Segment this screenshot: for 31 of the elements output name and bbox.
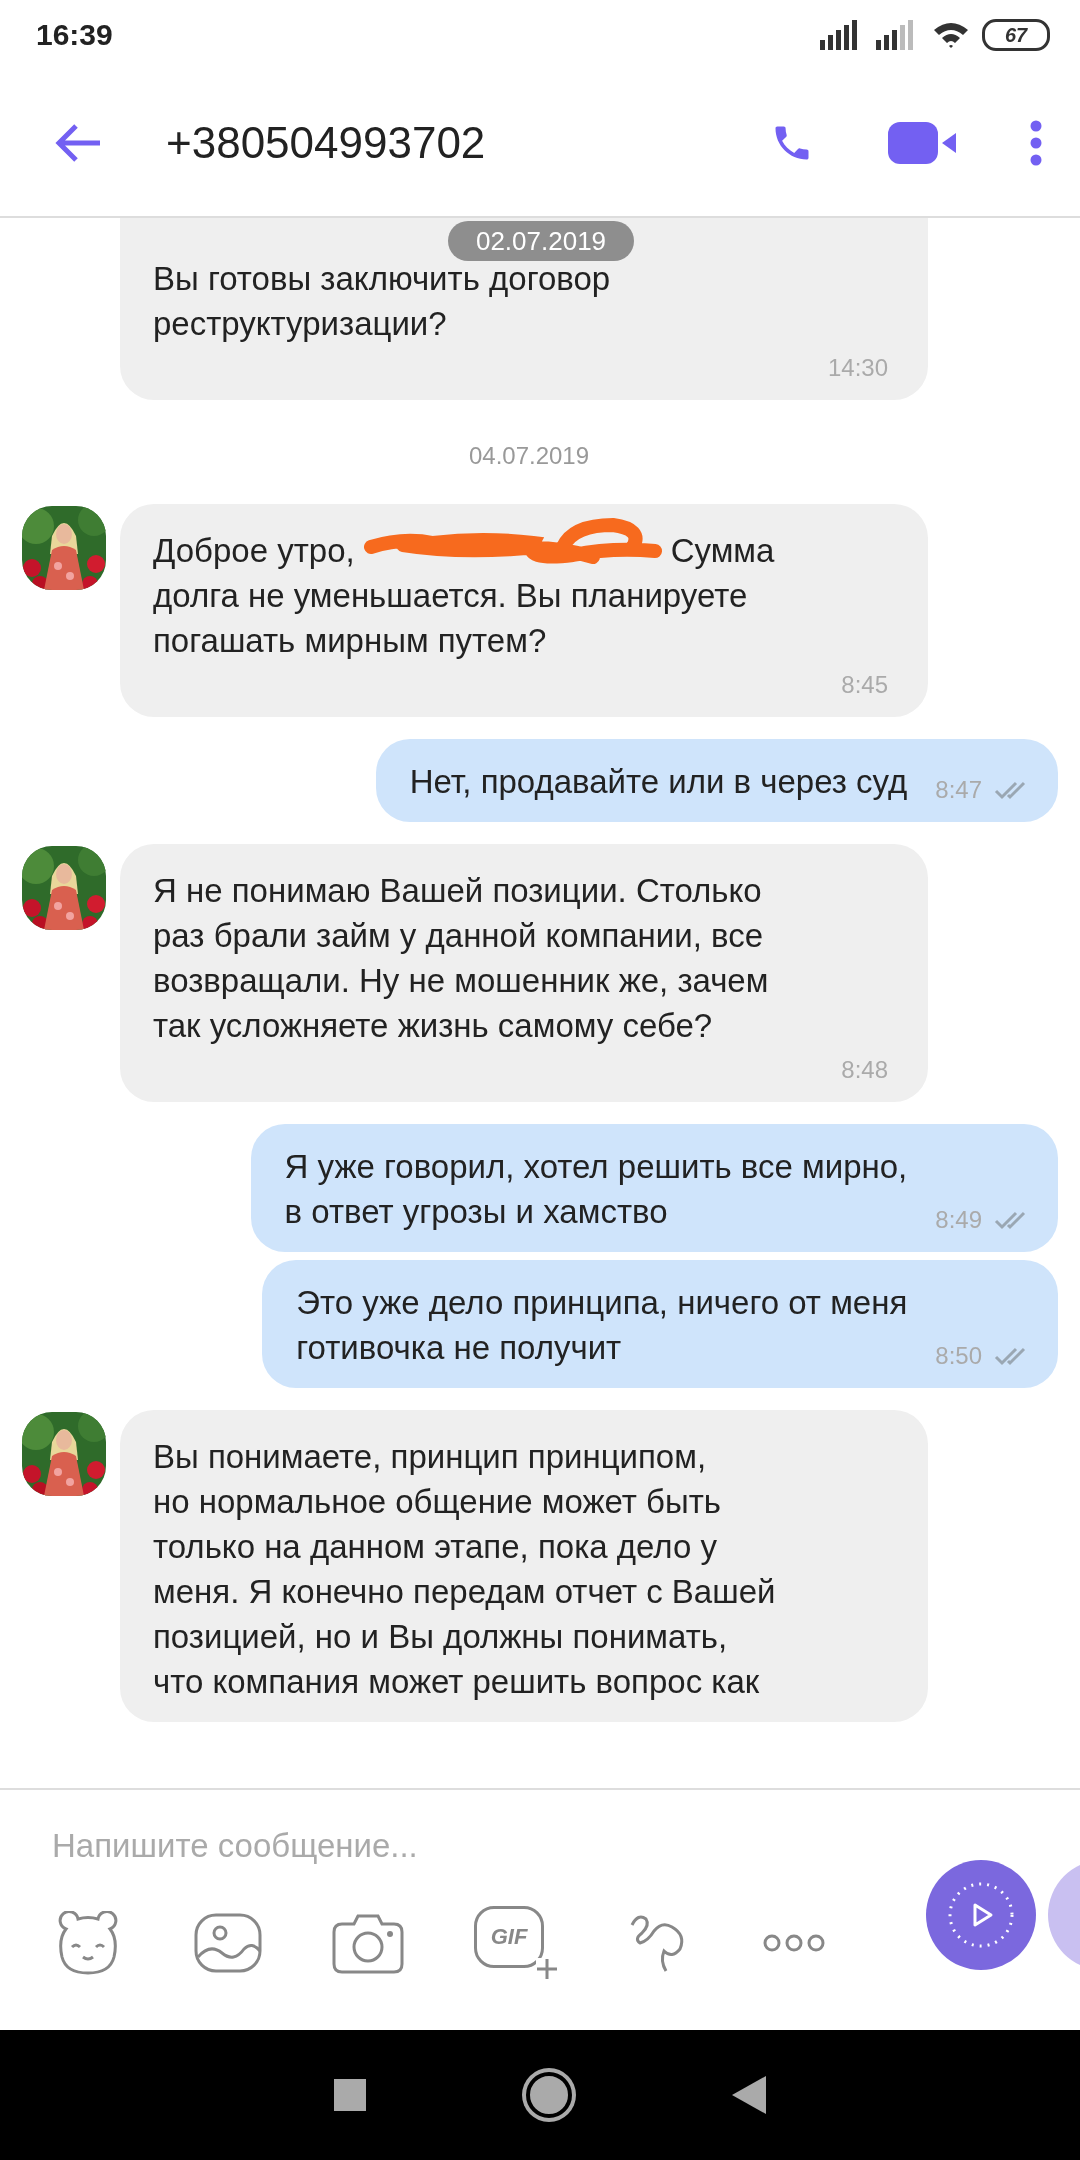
play-icon [946, 1880, 1016, 1950]
message-time: 8:48 [841, 1056, 888, 1084]
message-input[interactable]: Напишите сообщение... [52, 1818, 852, 1874]
message-time: 14:30 [827, 354, 888, 382]
status-time: 16:39 [36, 18, 113, 52]
message-text: Сумма [670, 531, 775, 571]
message-time: 8:50 [935, 1342, 982, 1370]
message-time: 8:47 [935, 776, 982, 804]
message-time: 8:49 [935, 1206, 982, 1234]
date-label: 04.07.2019 [468, 442, 590, 470]
home-icon[interactable] [526, 2072, 572, 2118]
more-icon[interactable] [762, 1933, 826, 1953]
message-text: Я не понимаю Вашей позиции. Столько раз брали займ у данной компании, все возвращали. Ну не мошенник же, зачем так усложняете жизнь самому себе? [153, 871, 770, 1046]
back-icon[interactable] [732, 2076, 766, 2114]
message-time: 8:45 [841, 671, 888, 699]
wifi-icon [932, 20, 970, 50]
message-text: Вы понимаете, принцип принципом, но нормальное общение может быть только на данном этапе, пока дело у меня. Я конечно передам отчет с Вашей позицией, но и Вы должны понимать, что компания может решить вопрос как [153, 1437, 777, 1702]
contact-number: +380504993702 [166, 118, 487, 168]
battery-icon: 67 [982, 19, 1050, 51]
camera-icon[interactable] [332, 1912, 404, 1974]
image-icon[interactable] [194, 1913, 262, 1973]
message-text: Доброе утро, [153, 531, 355, 571]
message-text: Это уже дело принципа, ничего от меня готивочка не получит [296, 1283, 908, 1368]
video-camera-icon[interactable] [888, 122, 958, 164]
message-text: долга не уменьшается. Вы планируете погашать мирным путем? [153, 576, 749, 661]
date-label: 02.07.2019 [448, 221, 634, 261]
menu-icon[interactable] [1028, 120, 1044, 166]
message-text: Вы готовы заключить договор реструктуризации? [153, 259, 612, 344]
message-text: Нет, продавайте или в через суд [409, 762, 908, 802]
message-text: Я уже говорил, хотел решить все мирно, в ответ угрозы и хамство [284, 1147, 908, 1232]
back-arrow-icon[interactable] [54, 123, 102, 163]
